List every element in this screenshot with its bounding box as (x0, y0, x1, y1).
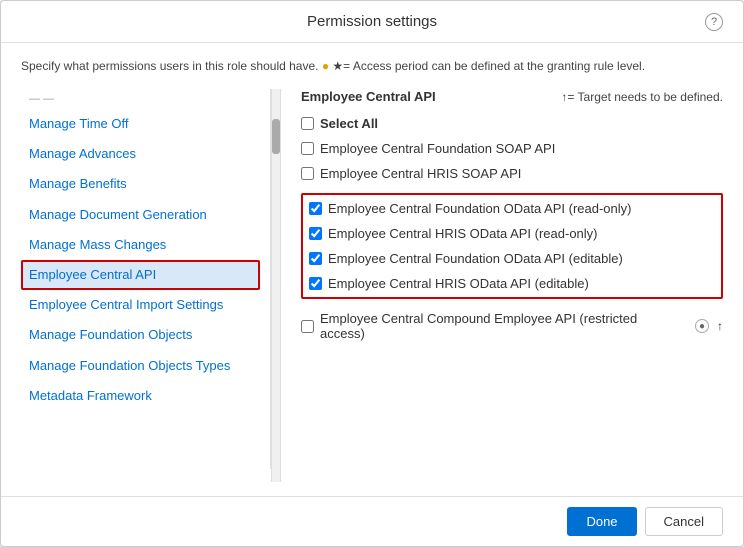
dialog-body: Specify what permissions users in this r… (1, 43, 743, 496)
checkbox-ec-foundation-odata-readonly-input[interactable] (309, 202, 322, 215)
checkbox-select-all[interactable]: Select All (301, 114, 723, 133)
checkbox-ec-compound-employee-label: Employee Central Compound Employee API (… (320, 311, 685, 341)
checkbox-ec-hris-soap-input[interactable] (301, 167, 314, 180)
checkbox-ec-foundation-odata-editable[interactable]: Employee Central Foundation OData API (e… (309, 249, 715, 268)
target-icon: ↑ (717, 319, 723, 333)
sidebar-item-employee-central-import-settings[interactable]: Employee Central Import Settings (21, 290, 260, 320)
checkbox-ec-hris-odata-editable-label: Employee Central HRIS OData API (editabl… (328, 276, 589, 291)
checkbox-ec-foundation-odata-readonly-label: Employee Central Foundation OData API (r… (328, 201, 632, 216)
target-label: ↑= Target needs to be defined. (561, 90, 723, 104)
checkbox-ec-hris-soap[interactable]: Employee Central HRIS SOAP API (301, 164, 723, 183)
checkbox-ec-foundation-soap[interactable]: Employee Central Foundation SOAP API (301, 139, 723, 158)
sidebar-item-manage-foundation-objects[interactable]: Manage Foundation Objects (21, 320, 260, 350)
checkbox-ec-hris-odata-editable[interactable]: Employee Central HRIS OData API (editabl… (309, 274, 715, 293)
sidebar-item-metadata-framework[interactable]: Metadata Framework (21, 381, 260, 411)
checkbox-ec-compound-employee-input[interactable] (301, 320, 314, 333)
sidebar-scroll-up: — — (21, 89, 260, 109)
sidebar-item-manage-benefits[interactable]: Manage Benefits (21, 169, 260, 199)
info-circle-icon: ● (695, 319, 709, 333)
checkbox-ec-foundation-soap-label: Employee Central Foundation SOAP API (320, 141, 555, 156)
star-note: ★= Access period can be defined at the g… (332, 59, 645, 73)
info-text: Specify what permissions users in this r… (21, 59, 318, 73)
checkbox-select-all-label: Select All (320, 116, 378, 131)
checkbox-ec-hris-odata-readonly[interactable]: Employee Central HRIS OData API (read-on… (309, 224, 715, 243)
permission-settings-dialog: Permission settings ? Specify what permi… (0, 0, 744, 547)
sidebar-item-manage-document-generation[interactable]: Manage Document Generation (21, 200, 260, 230)
main-content: Employee Central API ↑= Target needs to … (281, 89, 723, 469)
dialog-title: Permission settings (307, 13, 437, 30)
checkbox-list: Select All Employee Central Foundation S… (301, 114, 723, 343)
checkbox-ec-foundation-odata-readonly[interactable]: Employee Central Foundation OData API (r… (309, 199, 715, 218)
sidebar-item-manage-foundation-objects-types[interactable]: Manage Foundation Objects Types (21, 351, 260, 381)
checkbox-ec-hris-odata-readonly-input[interactable] (309, 227, 322, 240)
section-header: Employee Central API ↑= Target needs to … (301, 89, 723, 104)
dialog-footer: Done Cancel (1, 496, 743, 546)
section-title: Employee Central API (301, 89, 436, 104)
checkbox-ec-hris-odata-readonly-label: Employee Central HRIS OData API (read-on… (328, 226, 598, 241)
checkbox-ec-foundation-odata-editable-label: Employee Central Foundation OData API (e… (328, 251, 623, 266)
highlighted-checkbox-group: Employee Central Foundation OData API (r… (301, 193, 723, 299)
checkbox-ec-foundation-odata-editable-input[interactable] (309, 252, 322, 265)
checkbox-ec-foundation-soap-input[interactable] (301, 142, 314, 155)
cancel-button[interactable]: Cancel (645, 507, 723, 536)
sidebar: — — Manage Time Off Manage Advances Mana… (21, 89, 271, 469)
sidebar-item-manage-mass-changes[interactable]: Manage Mass Changes (21, 230, 260, 260)
dialog-header: Permission settings ? (1, 1, 743, 43)
done-button[interactable]: Done (567, 507, 636, 536)
star-info-icon: ● (322, 59, 329, 73)
sidebar-item-employee-central-api[interactable]: Employee Central API (21, 260, 260, 290)
checkbox-ec-hris-odata-editable-input[interactable] (309, 277, 322, 290)
info-bar: Specify what permissions users in this r… (21, 57, 723, 75)
help-icon[interactable]: ? (705, 13, 723, 31)
checkbox-select-all-input[interactable] (301, 117, 314, 130)
scrollbar-thumb[interactable] (272, 119, 280, 154)
sidebar-item-manage-time-off[interactable]: Manage Time Off (21, 109, 260, 139)
checkbox-ec-hris-soap-label: Employee Central HRIS SOAP API (320, 166, 521, 181)
content-wrapper: — — Manage Time Off Manage Advances Mana… (21, 89, 723, 482)
scrollbar-track[interactable] (271, 89, 281, 482)
sidebar-item-manage-advances[interactable]: Manage Advances (21, 139, 260, 169)
checkbox-ec-compound-employee[interactable]: Employee Central Compound Employee API (… (301, 309, 723, 343)
